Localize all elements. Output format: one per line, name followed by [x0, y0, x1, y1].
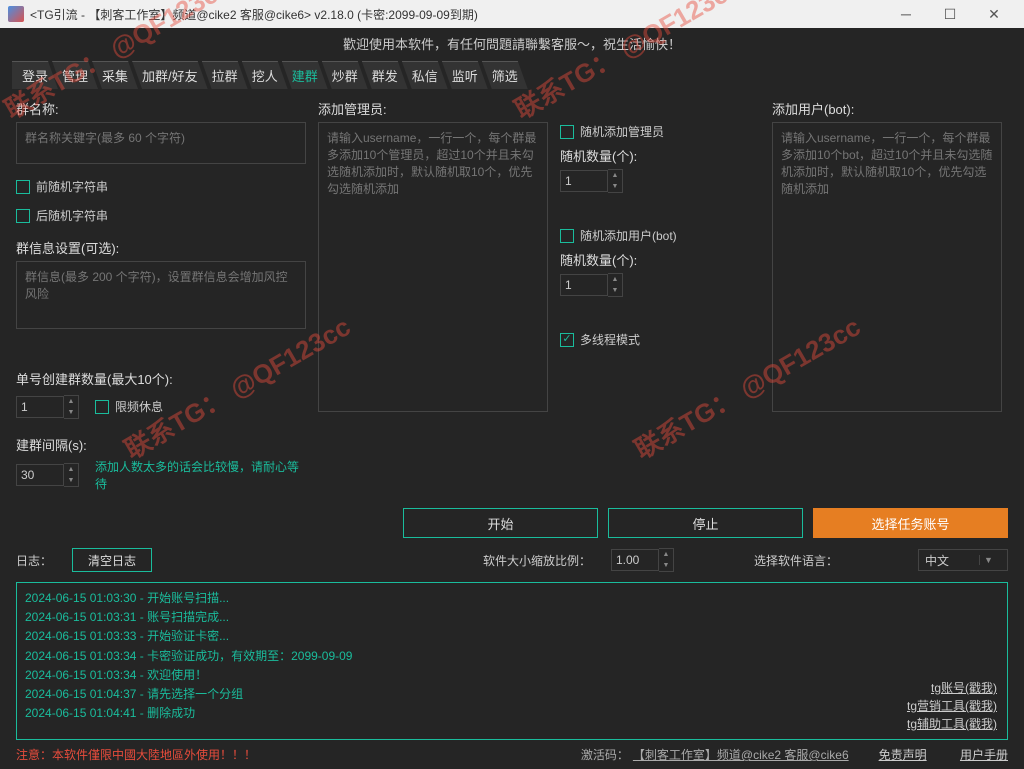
tab-8[interactable]: 群发 — [362, 61, 408, 89]
tab-7[interactable]: 炒群 — [322, 61, 368, 89]
select-account-button[interactable]: 选择任务账号 — [813, 508, 1008, 538]
footer-warning: 注意：本软件僅限中國大陸地區外使用！！！ — [16, 746, 581, 763]
tab-1[interactable]: 管理 — [52, 61, 98, 89]
chevron-down-icon[interactable]: ▼ — [979, 555, 997, 565]
log-label: 日志： — [16, 552, 52, 569]
tab-bar: 登录管理采集加群/好友拉群挖人建群炒群群发私信监听筛选 — [0, 57, 1024, 89]
rand-count-label-2: 随机数量(个): — [560, 250, 760, 269]
tab-10[interactable]: 监听 — [442, 61, 488, 89]
log-link[interactable]: tg辅助工具(戳我) — [907, 715, 997, 733]
bot-label: 添加用户(bot): — [772, 99, 1002, 118]
single-count-spinner[interactable]: ▲▼ — [16, 395, 79, 419]
rand-count-input-1[interactable] — [560, 170, 608, 192]
rand-count-spinner-1[interactable]: ▲▼ — [560, 169, 760, 193]
log-line: 2024-06-15 01:03:33 - 开始验证卡密... — [25, 627, 999, 646]
zoom-spinner[interactable]: ▲▼ — [611, 548, 674, 572]
lang-label: 选择软件语言： — [754, 552, 838, 569]
up-arrow-icon[interactable]: ▲ — [64, 464, 78, 475]
checkbox-prefix-random[interactable]: 前随机字符串 — [16, 178, 306, 195]
interval-label: 建群间隔(s): — [16, 435, 306, 454]
log-line: 2024-06-15 01:04:41 - 删除成功 — [25, 704, 999, 723]
lang-select[interactable]: ▼ — [918, 549, 1008, 571]
rand-count-input-2[interactable] — [560, 274, 608, 296]
stop-button[interactable]: 停止 — [608, 508, 803, 538]
log-line: 2024-06-15 01:04:37 - 请先选择一个分组 — [25, 685, 999, 704]
start-button[interactable]: 开始 — [403, 508, 598, 538]
checkbox-multithread[interactable]: 多线程模式 — [560, 331, 760, 348]
checkbox-suffix-random[interactable]: 后随机字符串 — [16, 207, 306, 224]
down-arrow-icon[interactable]: ▼ — [64, 475, 78, 486]
zoom-input[interactable] — [611, 549, 659, 571]
rand-count-spinner-2[interactable]: ▲▼ — [560, 273, 760, 297]
checkbox-random-admin[interactable]: 随机添加管理员 — [560, 123, 760, 140]
up-arrow-icon[interactable]: ▲ — [64, 396, 78, 407]
checkbox-random-bot[interactable]: 随机添加用户(bot) — [560, 227, 760, 244]
log-line: 2024-06-15 01:03:30 - 开始账号扫描... — [25, 589, 999, 608]
down-arrow-icon[interactable]: ▼ — [608, 181, 622, 192]
up-arrow-icon[interactable]: ▲ — [608, 274, 622, 285]
down-arrow-icon[interactable]: ▼ — [64, 407, 78, 418]
footer-channel: 【刺客工作室】频道@cike2 客服@cike6 — [633, 746, 849, 763]
admin-label: 添加管理员: — [318, 99, 548, 118]
log-box: 2024-06-15 01:03:30 - 开始账号扫描...2024-06-1… — [16, 582, 1008, 740]
up-arrow-icon[interactable]: ▲ — [659, 549, 673, 560]
tab-11[interactable]: 筛选 — [482, 61, 528, 89]
rand-count-label-1: 随机数量(个): — [560, 146, 760, 165]
disclaimer-link[interactable]: 免责声明 — [879, 748, 927, 762]
log-line: 2024-06-15 01:03:31 - 账号扫描完成... — [25, 608, 999, 627]
up-arrow-icon[interactable]: ▲ — [608, 170, 622, 181]
down-arrow-icon[interactable]: ▼ — [608, 285, 622, 296]
group-name-input[interactable] — [16, 122, 306, 164]
down-arrow-icon[interactable]: ▼ — [659, 560, 673, 571]
group-info-label: 群信息设置(可选): — [16, 238, 306, 257]
maximize-button[interactable]: ☐ — [928, 0, 972, 28]
zoom-label: 软件大小缩放比例： — [483, 552, 591, 569]
titlebar: <TG引流 - 【刺客工作室】频道@cike2 客服@cike6> v2.18.… — [0, 0, 1024, 28]
log-line: 2024-06-15 01:03:34 - 卡密验证成功，有效期至：2099-0… — [25, 647, 999, 666]
footer-activate-label: 激活码： — [581, 746, 629, 763]
group-info-input[interactable] — [16, 261, 306, 329]
log-link[interactable]: tg账号(戳我) — [907, 679, 997, 697]
single-count-input[interactable] — [16, 396, 64, 418]
clear-log-button[interactable]: 清空日志 — [72, 548, 152, 572]
manual-link[interactable]: 用户手册 — [960, 748, 1008, 762]
minimize-button[interactable]: ─ — [884, 0, 928, 28]
interval-spinner[interactable]: ▲▼ — [16, 463, 79, 487]
close-button[interactable]: ✕ — [972, 0, 1016, 28]
log-link[interactable]: tg营销工具(戳我) — [907, 697, 997, 715]
tab-0[interactable]: 登录 — [12, 61, 58, 89]
window-title: <TG引流 - 【刺客工作室】频道@cike2 客服@cike6> v2.18.… — [30, 6, 884, 23]
tab-2[interactable]: 采集 — [92, 61, 138, 89]
tab-4[interactable]: 拉群 — [202, 61, 248, 89]
tab-5[interactable]: 挖人 — [242, 61, 288, 89]
tab-9[interactable]: 私信 — [402, 61, 448, 89]
single-count-label: 单号创建群数量(最大10个): — [16, 369, 306, 388]
bot-input[interactable] — [772, 122, 1002, 412]
group-name-label: 群名称: — [16, 99, 306, 118]
welcome-text: 歡迎使用本软件，有任何問題請聯繫客服～，祝生活愉快！ — [0, 28, 1024, 57]
admin-input[interactable] — [318, 122, 548, 412]
checkbox-rate-limit-rest[interactable]: 限频休息 — [95, 398, 163, 415]
tab-3[interactable]: 加群/好友 — [132, 61, 208, 89]
tab-6[interactable]: 建群 — [282, 61, 328, 89]
app-icon — [8, 6, 24, 22]
interval-hint: 添加人数太多的话会比较慢，请耐心等待 — [95, 458, 306, 492]
interval-input[interactable] — [16, 464, 64, 486]
lang-value[interactable] — [919, 553, 979, 567]
log-line: 2024-06-15 01:03:34 - 欢迎使用！ — [25, 666, 999, 685]
